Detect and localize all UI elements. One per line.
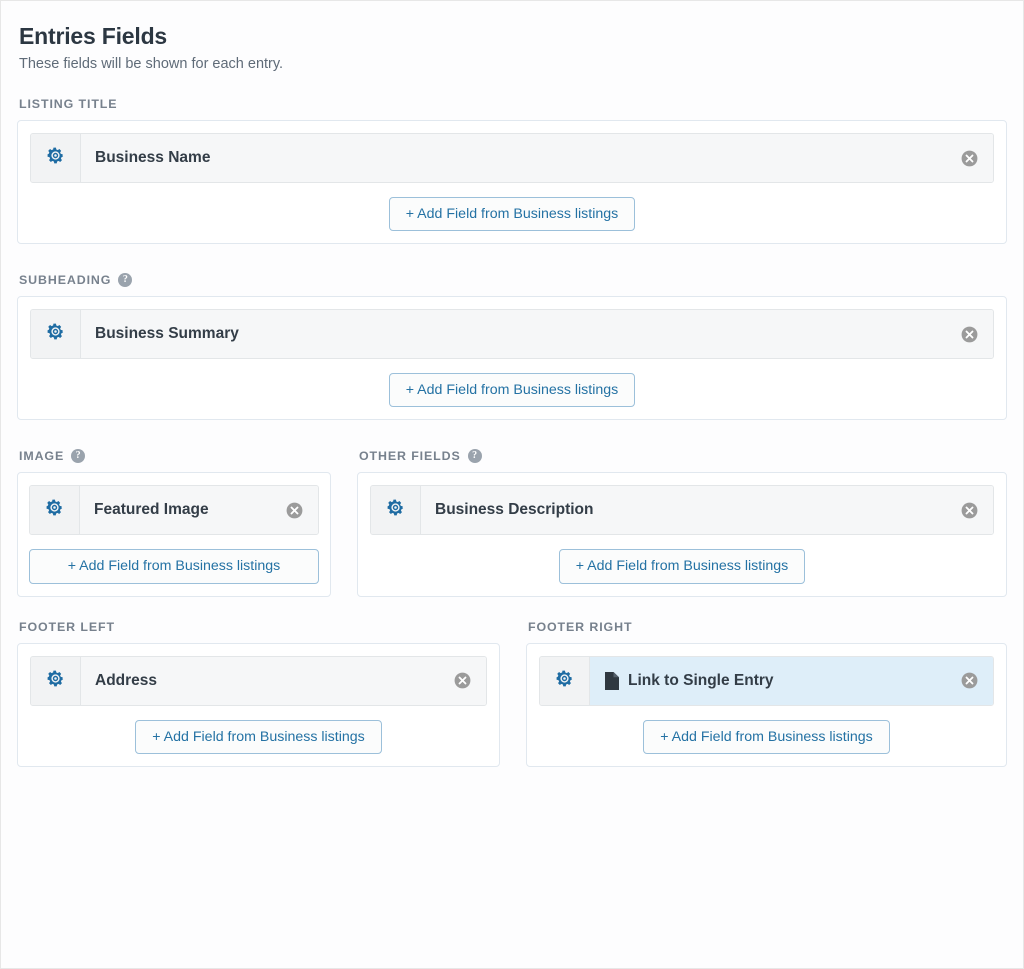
page-header: Entries Fields These fields will be show… [17, 23, 1007, 72]
field-settings-handle[interactable] [31, 134, 81, 182]
card-listing-title: Business Name + Add Field from Business … [17, 120, 1007, 245]
section-image: IMAGE ? Featured Image + Add Field from … [17, 448, 331, 618]
section-label-text: IMAGE [19, 449, 65, 464]
section-label-text: LISTING TITLE [19, 97, 118, 111]
remove-circle-icon[interactable] [950, 325, 979, 344]
help-icon[interactable]: ? [118, 273, 133, 288]
section-label-footer-left: FOOTER LEFT [19, 619, 500, 635]
field-body: Address [81, 656, 486, 705]
document-icon [604, 671, 619, 690]
remove-circle-icon[interactable] [950, 671, 979, 690]
field-body: Featured Image [80, 486, 318, 535]
section-label-image: IMAGE ? [19, 448, 331, 464]
page-subtitle: These fields will be shown for each entr… [19, 56, 284, 72]
card-footer-left: Address + Add Field from Business listin… [17, 642, 500, 767]
field-label: Business Name [95, 149, 211, 166]
section-label-listing-title: LISTING TITLE [19, 96, 1007, 112]
section-subheading: SUBHEADING ? Business Summary + Add Fiel… [17, 272, 1007, 421]
section-label-text: FOOTER LEFT [19, 619, 115, 634]
field-row[interactable]: Address [30, 655, 487, 706]
section-label-subheading: SUBHEADING ? [19, 272, 1007, 288]
field-row[interactable]: Business Description [370, 485, 994, 536]
add-field-row: + Add Field from Business listings [539, 719, 994, 754]
column-gap [500, 619, 526, 767]
field-label: Link to Single Entry [628, 671, 774, 689]
add-field-row: + Add Field from Business listings [30, 373, 994, 408]
field-label: Business Summary [95, 325, 239, 343]
gear-icon [46, 146, 65, 170]
card-footer-right: Link to Single Entry + Add Field from Bu… [526, 642, 1007, 767]
help-icon[interactable]: ? [71, 449, 86, 464]
field-row[interactable]: Link to Single Entry [539, 655, 994, 706]
section-footer-right: FOOTER RIGHT Link to Single Entry + Add … [526, 619, 1007, 767]
gear-icon [46, 669, 65, 693]
add-field-button[interactable]: + Add Field from Business listings [388, 373, 636, 408]
remove-circle-icon[interactable] [275, 501, 304, 520]
field-label: Business Description [435, 501, 594, 519]
add-field-row: + Add Field from Business listings [370, 549, 994, 584]
add-field-button[interactable]: + Add Field from Business listings [29, 549, 319, 584]
add-field-row: + Add Field from Business listings [30, 719, 487, 754]
section-label-footer-right: FOOTER RIGHT [528, 619, 1007, 635]
gear-icon [555, 669, 574, 693]
section-listing-title: LISTING TITLE Business Name + Add Field … [17, 96, 1007, 245]
section-label-text: FOOTER RIGHT [528, 619, 633, 634]
column-gap [331, 448, 357, 618]
field-settings-handle[interactable] [31, 656, 81, 705]
card-subheading: Business Summary + Add Field from Busine… [17, 296, 1007, 421]
field-body: Business Name [81, 134, 993, 182]
remove-circle-icon[interactable] [950, 149, 979, 168]
field-body: Business Description [421, 486, 993, 535]
section-footer-left: FOOTER LEFT Address + Add Field from Bus… [17, 619, 500, 767]
card-image: Featured Image + Add Field from Business… [17, 472, 331, 597]
add-field-row: + Add Field from Business listings [29, 549, 319, 584]
field-label: Address [95, 671, 158, 689]
section-label-text: SUBHEADING [19, 273, 112, 288]
field-settings-handle[interactable] [30, 486, 80, 535]
row-image-other: IMAGE ? Featured Image + Add Field from … [17, 448, 1007, 618]
help-icon[interactable]: ? [467, 449, 482, 464]
field-settings-handle[interactable] [371, 486, 421, 535]
section-label-other-fields: OTHER FIELDS ? [359, 448, 1007, 464]
field-row[interactable]: Business Name [30, 133, 994, 183]
add-field-button[interactable]: + Add Field from Business listings [558, 549, 806, 584]
gear-icon [386, 498, 405, 522]
remove-circle-icon[interactable] [950, 501, 979, 520]
section-label-text: OTHER FIELDS [359, 449, 461, 464]
add-field-row: + Add Field from Business listings [30, 197, 994, 232]
field-row[interactable]: Featured Image [29, 485, 319, 536]
add-field-button[interactable]: + Add Field from Business listings [643, 719, 890, 754]
field-body: Business Summary [81, 310, 993, 359]
field-body: Link to Single Entry [590, 656, 993, 705]
field-row[interactable]: Business Summary [30, 309, 994, 360]
card-other-fields: Business Description + Add Field from Bu… [357, 472, 1007, 597]
gear-icon [45, 498, 64, 522]
page-title: Entries Fields [19, 23, 168, 49]
section-other-fields: OTHER FIELDS ? Business Description + Ad… [357, 448, 1007, 618]
add-field-button[interactable]: + Add Field from Business listings [135, 719, 382, 754]
entries-fields-panel: Entries Fields These fields will be show… [0, 0, 1024, 969]
field-settings-handle[interactable] [540, 656, 590, 705]
add-field-button[interactable]: + Add Field from Business listings [388, 197, 636, 232]
remove-circle-icon[interactable] [443, 671, 472, 690]
field-label: Featured Image [94, 501, 209, 519]
gear-icon [46, 322, 65, 346]
field-settings-handle[interactable] [31, 310, 81, 359]
row-footer: FOOTER LEFT Address + Add Field from Bus… [17, 619, 1007, 767]
